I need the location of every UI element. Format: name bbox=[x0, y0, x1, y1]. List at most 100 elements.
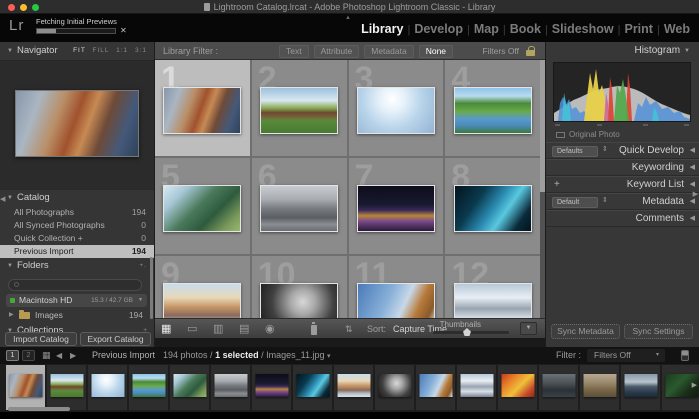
import-catalog-button[interactable]: Import Catalog bbox=[5, 332, 77, 346]
photo-thumbnail-blue-abstract[interactable] bbox=[454, 185, 532, 232]
filmstrip-cell-blue-abstract[interactable] bbox=[293, 365, 332, 410]
filmstrip-cell-sunlit-blossoms[interactable] bbox=[88, 365, 127, 410]
loupe-view-icon[interactable]: ▭ bbox=[187, 319, 197, 339]
filmstrip-thumbnail-fantasy-character[interactable] bbox=[9, 374, 42, 397]
cancel-task-icon[interactable]: ✕ bbox=[120, 26, 127, 35]
navigator-header[interactable]: ▼Navigator FIT FILL 1:1 3:1 bbox=[0, 42, 154, 60]
filmstrip-cell-lake-reflection[interactable] bbox=[621, 365, 660, 410]
filmstrip-cell-city-night[interactable] bbox=[252, 365, 291, 410]
photo-thumbnail-rail-yard[interactable] bbox=[260, 185, 338, 232]
disclosure-triangle-icon[interactable]: ▼ bbox=[684, 48, 690, 54]
histogram-chart[interactable] bbox=[553, 62, 691, 122]
catalog-item-previous-import[interactable]: Previous Import 194 bbox=[0, 245, 154, 258]
grid-cell-tiger-mountain[interactable]: 11 bbox=[349, 256, 444, 318]
thumbnails-slider-knob[interactable] bbox=[463, 328, 471, 336]
module-map[interactable]: Map bbox=[474, 22, 499, 36]
filmstrip-thumbnail-snowy-peaks[interactable] bbox=[460, 374, 493, 397]
filmstrip-thumbnail-blue-abstract[interactable] bbox=[296, 374, 329, 397]
main-window-button[interactable]: 1 bbox=[6, 350, 19, 361]
left-panel-scrollbar[interactable] bbox=[150, 257, 153, 319]
module-print[interactable]: Print bbox=[624, 22, 652, 36]
quick-develop-section[interactable]: Defaults ⇕ Quick Develop ◀ bbox=[546, 142, 699, 159]
comments-section[interactable]: Comments ◀ bbox=[546, 210, 699, 227]
filmstrip-cell-autumn-red[interactable] bbox=[498, 365, 537, 410]
module-web[interactable]: Web bbox=[664, 22, 690, 36]
compare-view-icon[interactable]: ▥ bbox=[213, 319, 223, 339]
grid-view-icon[interactable]: ▦ bbox=[161, 319, 171, 339]
filmstrip-thumbnail-desert-hills[interactable] bbox=[583, 374, 616, 397]
grid-cell-mountain-sunrise[interactable]: 9 bbox=[155, 256, 250, 318]
volume-disclosure-icon[interactable]: ▼ bbox=[138, 294, 143, 307]
disclosure-triangle-icon[interactable]: ▼ bbox=[7, 263, 13, 269]
filmstrip-thumbnail-city-night[interactable] bbox=[255, 374, 288, 397]
filmstrip-cell-mountain-sunrise[interactable] bbox=[334, 365, 373, 410]
filter-option-text[interactable]: Text bbox=[279, 45, 309, 58]
module-book[interactable]: Book bbox=[510, 22, 541, 36]
grid-cell-misty-valley[interactable]: 5 bbox=[155, 158, 250, 254]
export-catalog-button[interactable]: Export Catalog bbox=[80, 332, 151, 346]
zoom-3-1[interactable]: 3:1 bbox=[135, 47, 147, 54]
section-expand-icon[interactable]: ◀ bbox=[690, 143, 695, 158]
grid-cell-sunlit-blossoms[interactable]: 3 bbox=[349, 60, 444, 156]
module-library[interactable]: Library bbox=[361, 22, 403, 36]
photo-thumbnail-fantasy-character[interactable] bbox=[163, 87, 241, 134]
photo-thumbnail-bw-portrait[interactable] bbox=[260, 283, 338, 318]
catalog-header[interactable]: ▼Catalog bbox=[0, 190, 154, 206]
filmstrip-cell-fantasy-character[interactable] bbox=[6, 365, 45, 410]
keyword-list-section[interactable]: + Keyword List ◀ bbox=[546, 176, 699, 193]
grid-view-shortcut-icon[interactable]: ▦ bbox=[42, 347, 51, 364]
folder-search-input[interactable] bbox=[8, 279, 142, 291]
photo-thumbnail-misty-valley[interactable] bbox=[163, 185, 241, 232]
go-forward-icon[interactable]: ▶ bbox=[70, 347, 76, 364]
right-panel-collapse-icon[interactable]: ▶ bbox=[693, 190, 698, 198]
survey-view-icon[interactable]: ▤ bbox=[239, 319, 249, 339]
filmstrip-cell-snowy-peaks[interactable] bbox=[457, 365, 496, 410]
top-panel-collapse-icon[interactable]: ▲ bbox=[345, 15, 351, 21]
metadata-section[interactable]: Default ⇕ Metadata ◀ bbox=[546, 193, 699, 210]
filmstrip-status[interactable]: 194 photos / 1 selected / Images_11.jpg … bbox=[163, 347, 331, 365]
zoom-fill[interactable]: FILL bbox=[93, 47, 110, 54]
filter-preset-value[interactable]: Filters Off bbox=[482, 42, 519, 60]
filmstrip-thumbnail-rail-yard[interactable] bbox=[214, 374, 247, 397]
section-expand-icon[interactable]: ◀ bbox=[690, 211, 695, 226]
quick-develop-preset-dropdown[interactable]: Defaults bbox=[552, 146, 598, 157]
module-slideshow[interactable]: Slideshow bbox=[552, 22, 614, 36]
photo-thumbnail-sunlit-blossoms[interactable] bbox=[357, 87, 435, 134]
grid-cell-barn-meadow[interactable]: 2 bbox=[252, 60, 347, 156]
filmstrip-cell-lakeside-trees[interactable] bbox=[129, 365, 168, 410]
photo-thumbnail-lakeside-trees[interactable] bbox=[454, 87, 532, 134]
second-window-button[interactable]: 2 bbox=[22, 350, 35, 361]
preset-stepper-icon[interactable]: ⇕ bbox=[602, 145, 608, 153]
filter-switch-icon[interactable] bbox=[681, 350, 689, 361]
histogram-header[interactable]: Histogram▼ bbox=[546, 42, 699, 60]
zoom-1-1[interactable]: 1:1 bbox=[116, 47, 128, 54]
folders-header[interactable]: ▼Folders +. bbox=[0, 258, 154, 274]
left-panel-collapse-icon[interactable]: ◀ bbox=[0, 195, 5, 203]
disclosure-triangle-icon[interactable]: ▼ bbox=[7, 195, 13, 201]
filmstrip-cell-rail-yard[interactable] bbox=[211, 365, 250, 410]
preset-stepper-icon[interactable]: ⇕ bbox=[602, 196, 608, 204]
grid-cell-rail-yard[interactable]: 6 bbox=[252, 158, 347, 254]
filmstrip-thumbnail-lake-reflection[interactable] bbox=[624, 374, 657, 397]
photo-thumbnail-barn-meadow[interactable] bbox=[260, 87, 338, 134]
painter-tool-icon[interactable] bbox=[311, 325, 317, 335]
filmstrip-thumbnail-mountain-sunrise[interactable] bbox=[337, 374, 370, 397]
filter-option-metadata[interactable]: Metadata bbox=[364, 45, 413, 58]
filmstrip-thumbnail-misty-valley[interactable] bbox=[173, 374, 206, 397]
catalog-item-all-photographs[interactable]: All Photographs 194 bbox=[0, 206, 154, 219]
filmstrip-thumbnail-bw-portrait[interactable] bbox=[378, 374, 411, 397]
catalog-item-quick-collection[interactable]: Quick Collection + 0 bbox=[0, 232, 154, 245]
filmstrip-scrollbar[interactable] bbox=[8, 407, 70, 411]
status-caret-icon[interactable]: ▾ bbox=[327, 353, 331, 360]
sync-metadata-button[interactable]: Sync Metadata bbox=[551, 324, 620, 339]
section-expand-icon[interactable]: ◀ bbox=[690, 160, 695, 175]
filter-option-none[interactable]: None bbox=[419, 45, 453, 58]
grid-cell-lakeside-trees[interactable]: 4 bbox=[445, 60, 540, 156]
keywording-section[interactable]: Keywording ◀ bbox=[546, 159, 699, 176]
volume-browser[interactable]: Macintosh HD 15.3 / 42.7 GB ▼ bbox=[6, 294, 147, 307]
photo-thumbnail-snowy-peaks[interactable] bbox=[454, 283, 532, 318]
filter-caret-icon[interactable]: ▾ bbox=[656, 347, 659, 364]
thumbnails-slider[interactable] bbox=[433, 331, 509, 334]
folder-item-images[interactable]: ▶ Images 194 bbox=[6, 309, 147, 322]
metadata-preset-dropdown[interactable]: Default bbox=[552, 197, 598, 208]
